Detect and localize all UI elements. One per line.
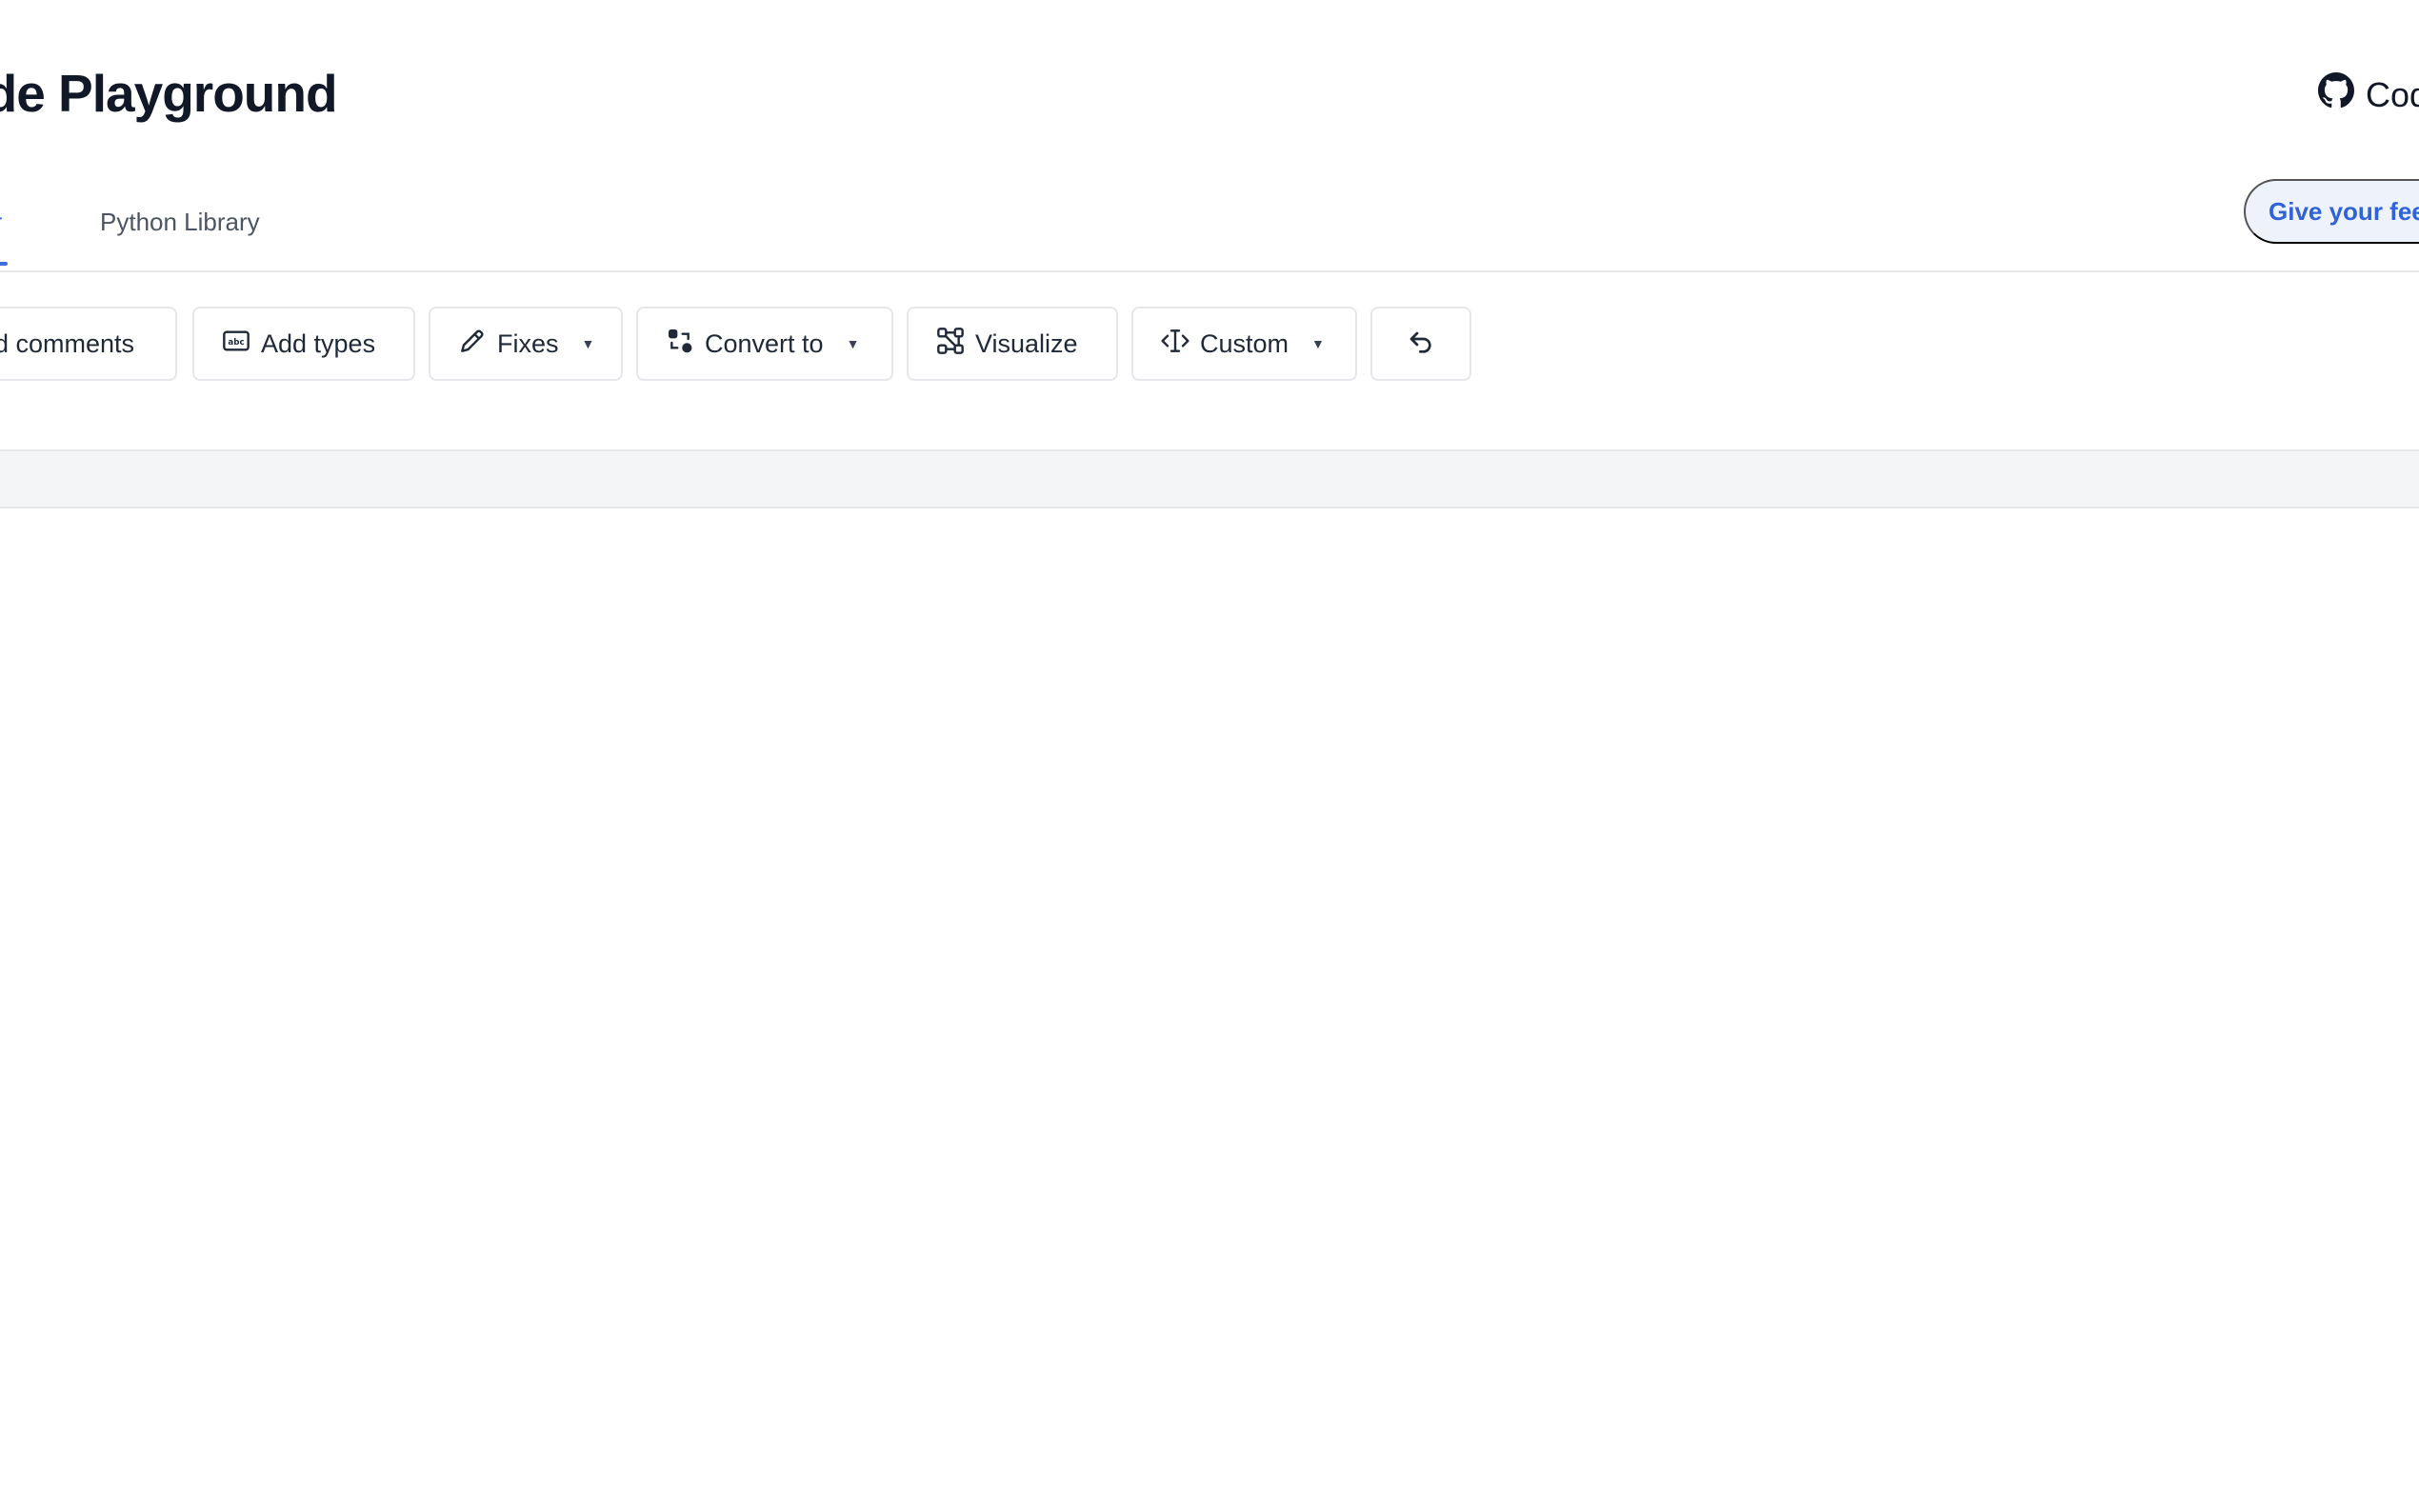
fixes-label: Fixes (497, 328, 559, 358)
code-editor-area[interactable] (0, 508, 2419, 1512)
editor-header-bar (0, 449, 2419, 508)
convert-icon (665, 326, 695, 363)
visualize-label: Visualize (975, 328, 1078, 358)
convert-to-label: Convert to (705, 328, 824, 358)
convert-to-dropdown-button[interactable]: Convert to ▼ (636, 307, 893, 381)
code-playground-page: ode Playground Cod tor Python Library Gi… (0, 0, 2419, 1512)
caret-down-icon: ▼ (581, 336, 595, 351)
undo-icon (1406, 326, 1436, 363)
page-title: ode Playground (0, 64, 338, 123)
custom-dropdown-button[interactable]: Custom ▼ (1131, 307, 1357, 381)
graph-nodes-icon (935, 326, 966, 363)
add-types-button[interactable]: abc Add types (192, 307, 415, 381)
svg-text:abc: abc (228, 338, 244, 348)
github-link[interactable]: Cod (2318, 72, 2419, 117)
github-icon (2318, 72, 2354, 117)
pencil-icon (457, 326, 488, 363)
custom-label: Custom (1200, 328, 1289, 358)
github-link-label: Cod (2366, 74, 2419, 114)
tab-python-library[interactable]: Python Library (100, 208, 260, 237)
caret-down-icon: ▼ (1311, 336, 1325, 351)
add-comments-button[interactable]: d comments (0, 307, 177, 381)
mode-tabs: tor Python Library (0, 181, 2419, 272)
add-types-label: Add types (261, 328, 376, 358)
tabs-divider (0, 270, 2419, 272)
undo-button[interactable] (1370, 307, 1471, 381)
add-comments-label: d comments (0, 328, 135, 358)
caret-down-icon: ▼ (846, 336, 860, 351)
fixes-dropdown-button[interactable]: Fixes ▼ (429, 307, 623, 381)
tab-generator[interactable]: tor (0, 208, 9, 266)
text-cursor-icon (1160, 326, 1190, 363)
visualize-button[interactable]: Visualize (907, 307, 1118, 381)
type-annotation-icon: abc (221, 326, 251, 363)
feedback-button[interactable]: Give your fee (2244, 179, 2419, 244)
